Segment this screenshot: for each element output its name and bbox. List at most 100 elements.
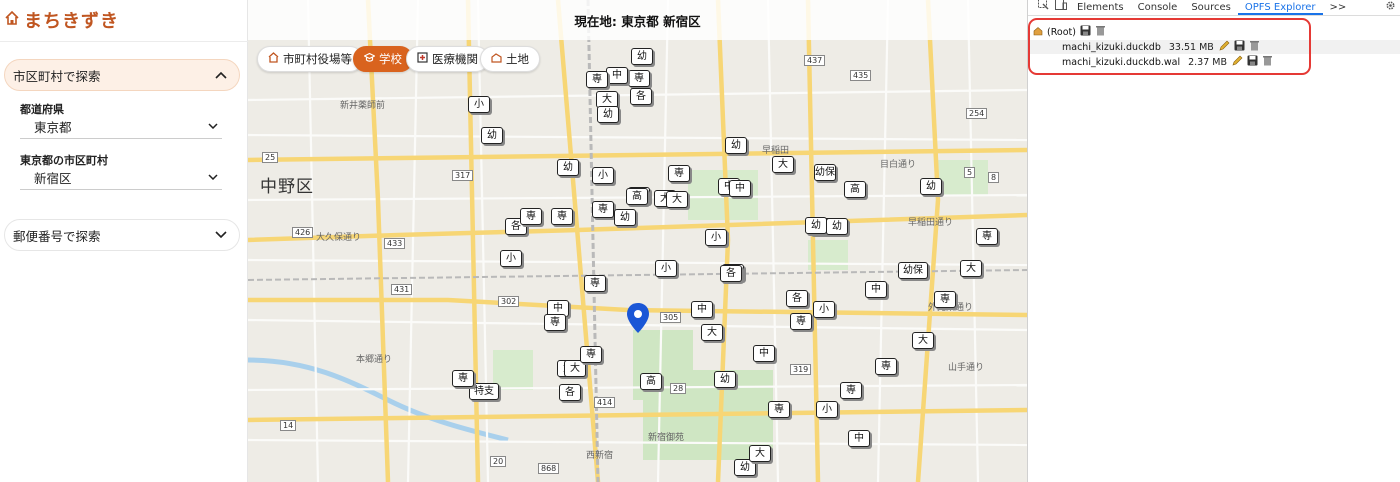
map-marker[interactable]: 各 — [630, 88, 652, 105]
chevron-down-icon — [208, 172, 218, 183]
zip-search-accordion[interactable]: 郵便番号で探索 — [4, 219, 240, 251]
map[interactable]: 中野区 新井薬師前 大久保通り 早稲田 目白通り 本郷通り 新宿御苑 西新宿 山… — [248, 0, 1027, 482]
map-marker[interactable]: 幼保 — [898, 262, 928, 279]
map-marker[interactable]: 専 — [628, 70, 650, 87]
map-marker[interactable]: 幼 — [631, 48, 653, 65]
filter-city-hall[interactable]: 市町村役場等 — [257, 46, 363, 72]
map-marker[interactable]: 専 — [790, 313, 812, 330]
map-marker[interactable]: 専 — [976, 228, 998, 245]
map-marker[interactable]: 専 — [544, 314, 566, 331]
map-marker[interactable]: 専 — [768, 401, 790, 418]
place-label: 大久保通り — [316, 233, 362, 243]
place-label: 新井薬師前 — [340, 101, 386, 111]
map-marker[interactable]: 大 — [960, 260, 982, 277]
map-marker[interactable]: 専 — [592, 201, 614, 218]
inspect-element-icon[interactable] — [1034, 0, 1052, 15]
map-marker[interactable]: 専 — [580, 346, 602, 363]
chevron-down-icon — [208, 121, 218, 132]
city-search-accordion[interactable]: 市区町村で探索 — [4, 59, 240, 91]
filter-label: 市町村役場等 — [283, 52, 352, 66]
map-marker[interactable]: 大 — [666, 191, 688, 208]
map-marker[interactable]: 大 — [772, 156, 794, 173]
map-marker[interactable]: 幼 — [481, 127, 503, 144]
tab-elements[interactable]: Elements — [1070, 2, 1131, 15]
map-marker[interactable]: 小 — [813, 301, 835, 318]
current-location-pin-icon[interactable] — [627, 303, 649, 337]
map-marker[interactable]: 中 — [691, 301, 713, 318]
map-marker[interactable]: 高 — [626, 188, 648, 205]
map-marker[interactable]: 幼保 — [814, 164, 836, 181]
prefecture-select[interactable]: 東京都 — [20, 115, 222, 139]
filter-label: 学校 — [379, 52, 402, 66]
brand[interactable]: まちきずき — [4, 6, 119, 34]
map-marker[interactable]: 専 — [520, 208, 542, 225]
map-marker[interactable]: 中 — [848, 430, 870, 447]
map-marker[interactable]: 大 — [912, 332, 934, 349]
map-marker[interactable]: 大 — [701, 324, 723, 341]
map-marker[interactable]: 小 — [468, 96, 490, 113]
chevron-down-icon — [215, 228, 227, 242]
prefecture-value: 東京都 — [34, 120, 72, 135]
map-marker[interactable]: 幼 — [805, 217, 827, 234]
route-shield: 317 — [452, 170, 474, 181]
map-marker[interactable]: 専 — [875, 358, 897, 375]
route-shield: 254 — [966, 108, 988, 119]
map-marker[interactable]: 幼 — [725, 137, 747, 154]
map-marker[interactable]: 中 — [865, 281, 887, 298]
map-marker[interactable]: 専 — [586, 71, 608, 88]
place-label: 早稲田 — [762, 146, 790, 156]
map-marker[interactable]: 専 — [840, 382, 862, 399]
land-icon — [491, 52, 502, 66]
map-marker[interactable]: 中 — [729, 180, 751, 197]
place-label: 西新宿 — [586, 451, 614, 461]
map-marker[interactable]: 小 — [816, 401, 838, 418]
tab-console[interactable]: Console — [1131, 2, 1185, 15]
map-marker[interactable]: 各 — [559, 384, 581, 401]
map-marker[interactable]: 中 — [753, 345, 775, 362]
filter-label: 土地 — [506, 52, 529, 66]
map-marker[interactable]: 小 — [705, 229, 727, 246]
filter-hospital[interactable]: 医療機関 — [406, 46, 489, 72]
map-marker[interactable]: 小 — [592, 167, 614, 184]
route-shield: 5 — [964, 167, 976, 178]
map-marker[interactable]: 専 — [668, 165, 690, 182]
route-shield: 8 — [988, 172, 1000, 183]
sidebar: まちきずき 市区町村で探索 都道府県 東京都 東京都の市区町村 新宿区 郵便番号… — [0, 0, 248, 482]
filter-school[interactable]: 学校 — [353, 46, 413, 72]
map-marker[interactable]: 幼 — [826, 218, 848, 235]
tab-opfs-explorer[interactable]: OPFS Explorer — [1237, 2, 1323, 15]
map-marker[interactable]: 幼 — [714, 371, 736, 388]
map-marker[interactable]: 高 — [640, 373, 662, 390]
map-marker[interactable]: 専 — [551, 208, 573, 225]
map-marker[interactable]: 各 — [786, 290, 808, 307]
map-marker[interactable]: 幼 — [597, 106, 619, 123]
map-marker[interactable]: 専 — [934, 291, 956, 308]
map-marker[interactable]: 中 — [606, 67, 628, 84]
hospital-icon — [417, 52, 428, 66]
more-tabs-button[interactable]: >> — [1323, 2, 1354, 15]
route-shield: 14 — [280, 420, 297, 431]
tab-sources[interactable]: Sources — [1184, 2, 1238, 15]
map-title: 現在地: 東京都 新宿区 — [248, 0, 1027, 40]
city-value: 新宿区 — [34, 171, 72, 186]
map-marker[interactable]: 専 — [452, 370, 474, 387]
place-label: 山手通り — [948, 363, 985, 373]
map-marker[interactable]: 大 — [749, 445, 771, 462]
map-marker[interactable]: 幼 — [614, 209, 636, 226]
map-marker[interactable]: 各 — [720, 265, 742, 282]
route-shield: 868 — [538, 463, 560, 474]
map-marker[interactable]: 小 — [655, 260, 677, 277]
settings-gear-icon[interactable] — [1385, 0, 1396, 14]
map-marker[interactable]: 専 — [584, 275, 606, 292]
place-label: 早稲田通り — [908, 218, 954, 228]
map-marker[interactable]: 幼 — [557, 159, 579, 176]
city-select[interactable]: 新宿区 — [20, 166, 222, 190]
map-marker[interactable]: 幼 — [920, 178, 942, 195]
home-icon — [4, 10, 20, 30]
place-label: 目白通り — [880, 160, 917, 170]
place-label: 新宿御苑 — [648, 433, 685, 443]
map-marker[interactable]: 小 — [500, 250, 522, 267]
map-marker[interactable]: 高 — [844, 181, 866, 198]
filter-land[interactable]: 土地 — [480, 46, 540, 72]
device-toolbar-icon[interactable] — [1052, 0, 1070, 15]
